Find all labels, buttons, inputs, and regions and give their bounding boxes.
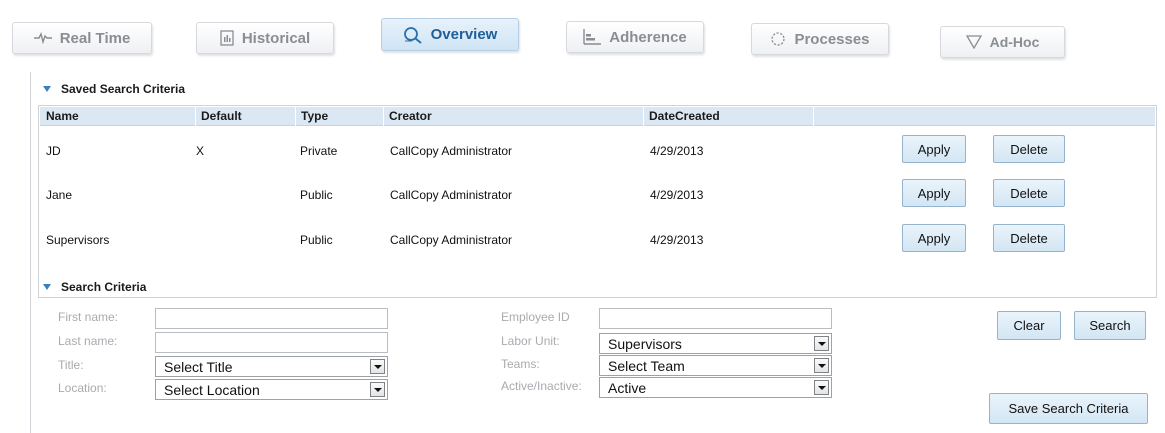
column-header-default[interactable]: Default xyxy=(195,107,300,126)
active-inactive-select[interactable]: Active xyxy=(599,377,832,398)
employee-id-label: Employee ID xyxy=(501,310,570,324)
tab-processes[interactable]: Processes xyxy=(751,23,889,55)
section-title: Saved Search Criteria xyxy=(61,82,186,96)
funnel-icon xyxy=(965,35,982,49)
dropdown-arrow-icon[interactable] xyxy=(814,380,829,395)
table-row[interactable]: Jane Public CallCopy Administrator 4/29/… xyxy=(39,173,1156,219)
magnifier-icon xyxy=(403,26,423,44)
title-select[interactable]: Select Title xyxy=(155,356,388,377)
title-select-value: Select Title xyxy=(164,359,233,375)
delete-button[interactable]: Delete xyxy=(993,179,1065,207)
active-inactive-select-value: Active xyxy=(608,380,647,396)
cell-creator: CallCopy Administrator xyxy=(390,144,513,158)
dropdown-arrow-icon[interactable] xyxy=(370,359,385,374)
teams-select[interactable]: Select Team xyxy=(599,355,832,376)
delete-button[interactable]: Delete xyxy=(993,224,1065,252)
section-title: Search Criteria xyxy=(61,280,147,294)
location-select[interactable]: Select Location xyxy=(155,379,388,400)
last-name-label: Last name: xyxy=(58,334,118,348)
save-search-criteria-button[interactable]: Save Search Criteria xyxy=(989,393,1148,424)
cell-name: Supervisors xyxy=(46,233,110,247)
tab-historical[interactable]: Historical xyxy=(196,22,334,54)
cell-date-created: 4/29/2013 xyxy=(650,188,704,202)
cell-date-created: 4/29/2013 xyxy=(650,233,704,247)
cell-default: X xyxy=(196,144,205,158)
column-header-creator[interactable]: Creator xyxy=(383,107,643,126)
first-name-input[interactable] xyxy=(155,308,388,329)
dropdown-arrow-icon[interactable] xyxy=(814,358,829,373)
location-label: Location: xyxy=(58,381,107,395)
labor-unit-label: Labor Unit: xyxy=(501,334,560,348)
tab-label: Adherence xyxy=(609,28,687,46)
grid-header: Name Default Type Creator DateCreated xyxy=(40,107,1155,126)
title-label: Title: xyxy=(58,358,84,372)
table-row[interactable]: JD X Private CallCopy Administrator 4/29… xyxy=(39,129,1156,175)
saved-search-grid: Name Default Type Creator DateCreated JD… xyxy=(38,105,1157,298)
bar-chart-icon xyxy=(583,29,602,45)
apply-button[interactable]: Apply xyxy=(902,224,966,252)
cell-type: Public xyxy=(300,233,333,247)
last-name-input[interactable] xyxy=(155,332,388,353)
module-tab-bar: Real Time Historical Overview Adherence … xyxy=(0,0,1165,60)
pulse-icon xyxy=(33,32,52,44)
column-header-name[interactable]: Name xyxy=(40,107,195,126)
cell-name: JD xyxy=(46,144,61,158)
employee-id-input[interactable] xyxy=(599,308,832,329)
overview-panel: Saved Search Criteria Name Default Type … xyxy=(30,72,1160,433)
tab-label: Ad-Hoc xyxy=(989,34,1040,50)
tab-overview[interactable]: Overview xyxy=(381,18,519,51)
column-separator xyxy=(813,107,814,126)
tab-label: Real Time xyxy=(59,29,131,47)
tab-ad-hoc[interactable]: Ad-Hoc xyxy=(940,26,1065,58)
column-header-type[interactable]: Type xyxy=(295,107,385,126)
collapse-triangle-icon[interactable] xyxy=(43,86,51,92)
search-criteria-header[interactable]: Search Criteria xyxy=(43,280,146,294)
tab-label: Historical xyxy=(241,29,311,47)
cell-name: Jane xyxy=(46,188,73,202)
spinner-icon xyxy=(770,31,786,47)
tab-label: Overview xyxy=(430,26,498,43)
tab-real-time[interactable]: Real Time xyxy=(12,22,152,54)
teams-select-value: Select Team xyxy=(608,358,685,374)
clear-button[interactable]: Clear xyxy=(997,311,1061,340)
cell-creator: CallCopy Administrator xyxy=(390,188,513,202)
first-name-label: First name: xyxy=(58,310,119,324)
delete-button[interactable]: Delete xyxy=(993,135,1065,163)
active-inactive-label: Active/Inactive: xyxy=(501,379,582,393)
saved-search-header[interactable]: Saved Search Criteria xyxy=(43,82,185,96)
dropdown-arrow-icon[interactable] xyxy=(814,336,829,351)
tab-adherence[interactable]: Adherence xyxy=(566,21,704,53)
report-icon xyxy=(220,30,234,46)
teams-label: Teams: xyxy=(501,357,540,371)
cell-creator: CallCopy Administrator xyxy=(390,233,513,247)
dropdown-arrow-icon[interactable] xyxy=(370,382,385,397)
tab-label: Processes xyxy=(794,30,870,48)
cell-type: Private xyxy=(300,144,338,158)
apply-button[interactable]: Apply xyxy=(902,179,966,207)
cell-type: Public xyxy=(300,188,333,202)
column-header-date-created[interactable]: DateCreated xyxy=(643,107,813,126)
table-row[interactable]: Supervisors Public CallCopy Administrato… xyxy=(39,218,1156,264)
location-select-value: Select Location xyxy=(164,382,260,398)
apply-button[interactable]: Apply xyxy=(902,135,966,163)
search-button[interactable]: Search xyxy=(1074,311,1146,340)
labor-unit-select[interactable]: Supervisors xyxy=(599,333,832,354)
collapse-triangle-icon[interactable] xyxy=(43,284,51,290)
cell-date-created: 4/29/2013 xyxy=(650,144,704,158)
labor-unit-select-value: Supervisors xyxy=(608,336,682,352)
